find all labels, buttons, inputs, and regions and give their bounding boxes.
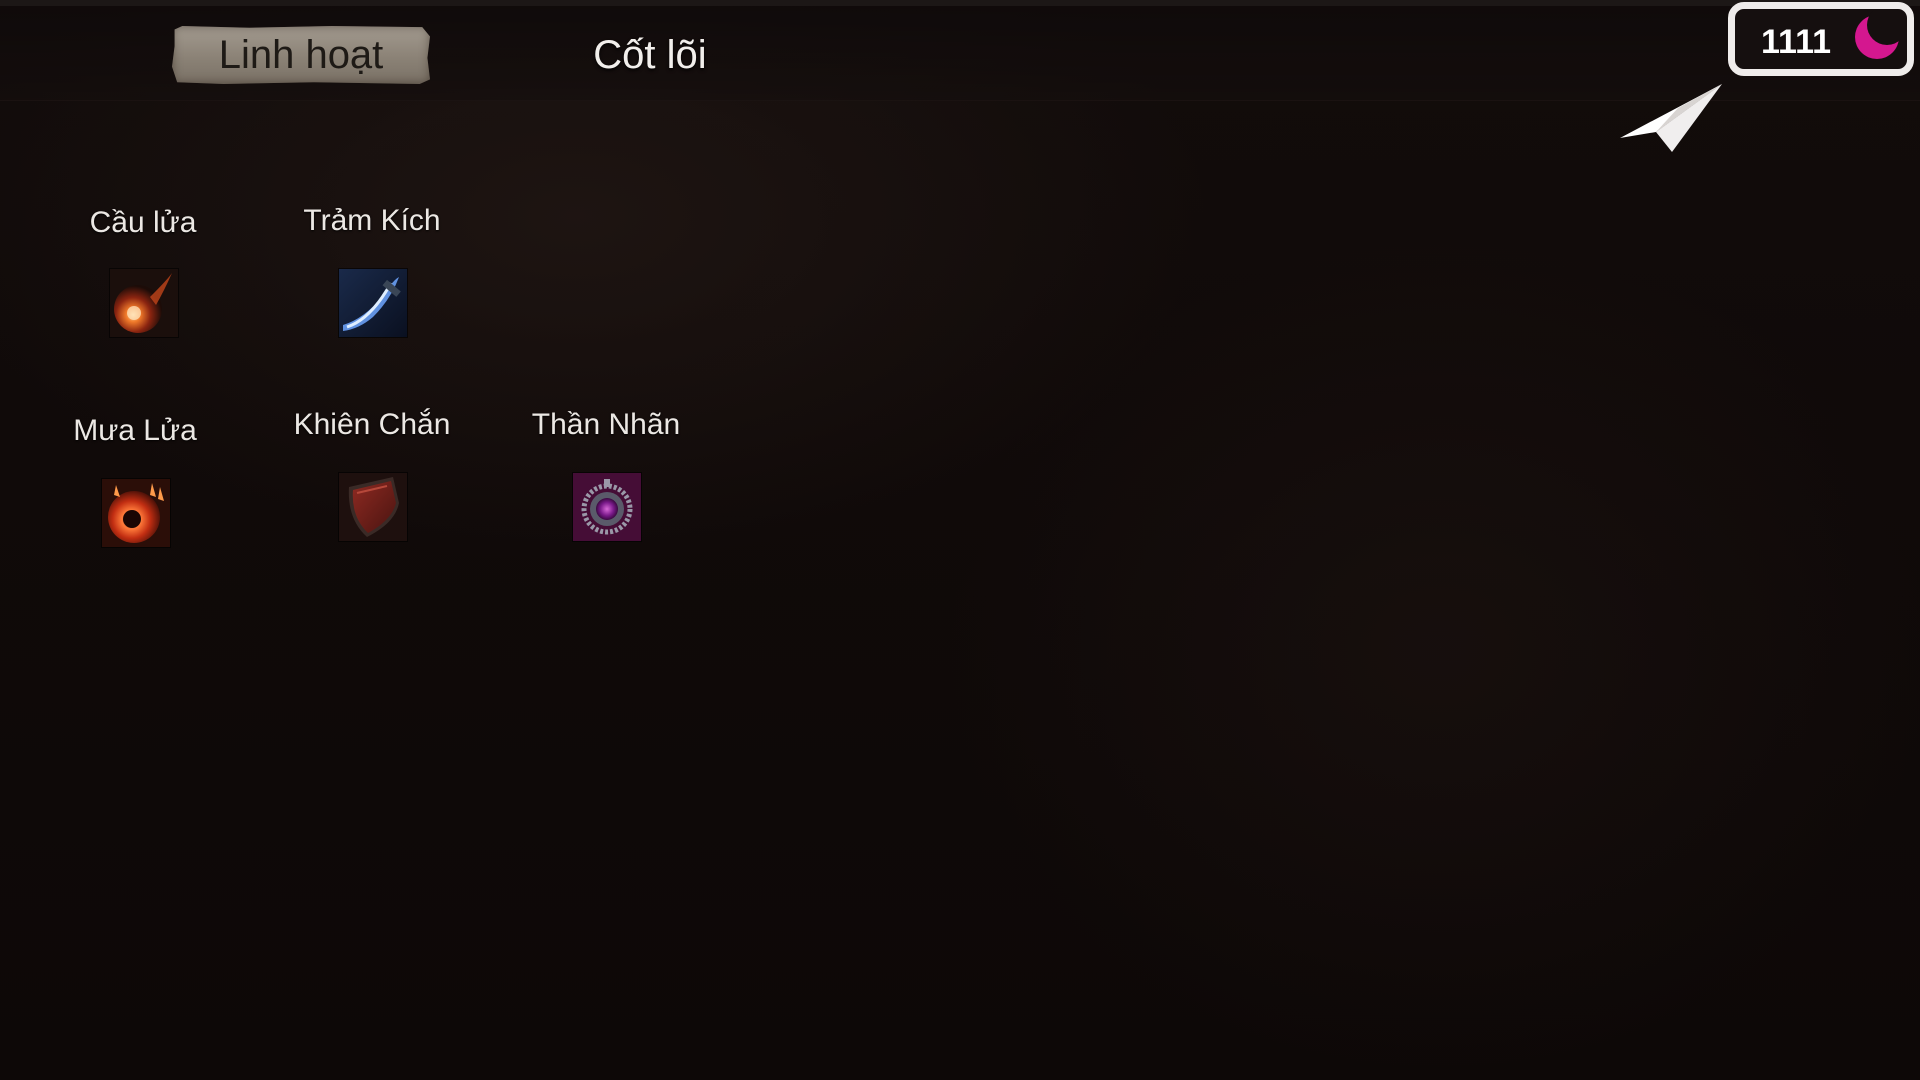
currency-value: 1111: [1761, 23, 1832, 61]
currency-counter[interactable]: 1111: [1728, 2, 1914, 76]
tab-linh-hoat-label: Linh hoạt: [218, 32, 384, 77]
skill-khien-chan[interactable]: Khiên Chắn: [252, 408, 492, 542]
tab-linh-hoat[interactable]: Linh hoạt: [172, 26, 430, 84]
red-shield-icon: [338, 472, 408, 542]
skill-khien-chan-label: Khiên Chắn: [293, 408, 451, 441]
skill-tram-kich[interactable]: Trảm Kích: [252, 204, 492, 338]
tab-cot-loi[interactable]: Cốt lõi: [560, 26, 740, 84]
magenta-crescent-icon: [1855, 11, 1901, 59]
skill-than-nhan[interactable]: Thần Nhãn: [486, 408, 726, 542]
skill-than-nhan-label: Thần Nhãn: [531, 408, 681, 441]
paper-plane-arrow-icon[interactable]: [1618, 82, 1728, 154]
purple-amulet-icon: [572, 472, 642, 542]
blue-slash-icon: [338, 268, 408, 338]
tab-cot-loi-label: Cốt lõi: [593, 32, 707, 77]
fireball-icon: [109, 268, 179, 338]
skill-cau-lua-label: Cầu lửa: [89, 206, 197, 239]
skill-tram-kich-label: Trảm Kích: [303, 204, 441, 237]
skill-cau-lua[interactable]: Cầu lửa: [23, 206, 263, 338]
skill-mua-lua[interactable]: Mưa Lửa: [15, 414, 255, 550]
fire-rain-icon: [101, 478, 171, 548]
skill-mua-lua-label: Mưa Lửa: [73, 414, 197, 447]
